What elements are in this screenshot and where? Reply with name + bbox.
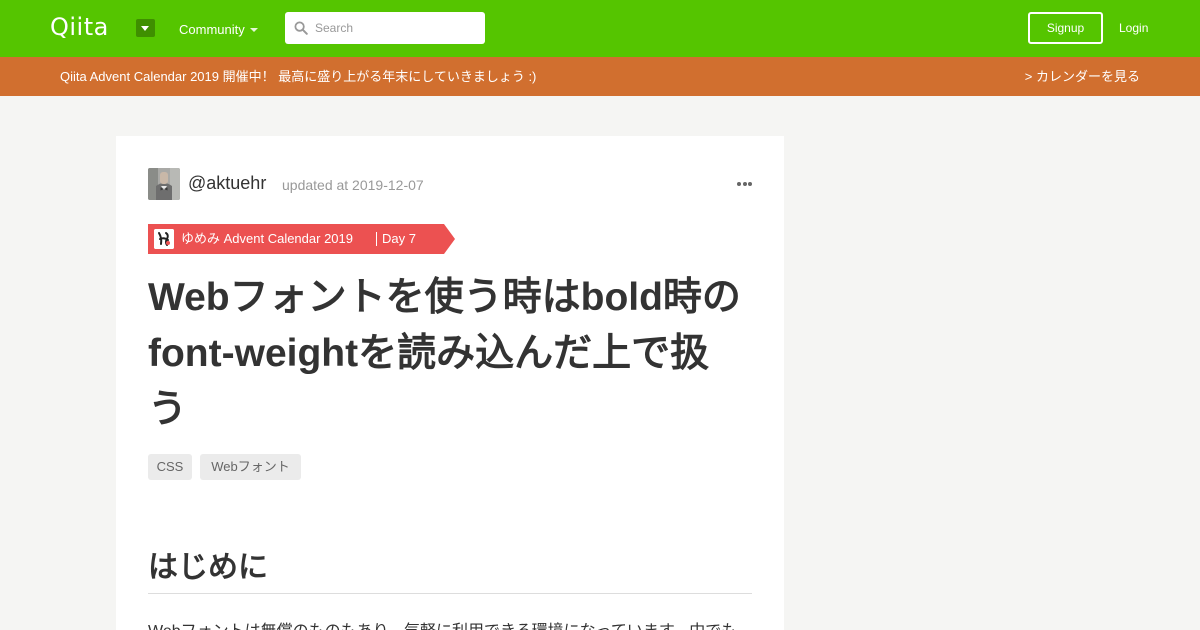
global-header: Qiita Community Signup Login bbox=[0, 0, 1200, 57]
section-heading: はじめに bbox=[148, 551, 268, 584]
ribbon-divider bbox=[376, 232, 377, 246]
advent-calendar-banner: Qiita Advent Calendar 2019 開催中！ 最高に盛り上がる… bbox=[0, 57, 1200, 96]
avatar[interactable] bbox=[148, 168, 180, 200]
yumemi-logo-icon bbox=[154, 229, 174, 249]
advent-calendar-ribbon[interactable]: ゆめみ Advent Calendar 2019 Day 7 bbox=[148, 224, 455, 254]
qiita-logo[interactable]: Qiita bbox=[50, 14, 109, 40]
view-calendar-link[interactable]: > カレンダーを見る bbox=[1025, 68, 1140, 86]
caret-down-icon[interactable] bbox=[250, 28, 258, 32]
tag-css[interactable]: CSS bbox=[148, 454, 192, 480]
signup-button[interactable]: Signup bbox=[1028, 12, 1103, 44]
calendar-title: ゆめみ Advent Calendar 2019 bbox=[181, 231, 353, 246]
author-name[interactable]: @aktuehr bbox=[188, 172, 266, 194]
login-link[interactable]: Login bbox=[1119, 19, 1148, 37]
community-menu[interactable]: Community bbox=[179, 21, 245, 39]
search-icon bbox=[294, 21, 308, 35]
more-options-icon[interactable] bbox=[737, 182, 752, 186]
updated-date: updated at 2019-12-07 bbox=[282, 177, 424, 193]
search-input[interactable] bbox=[315, 12, 481, 44]
article-title: Webフォントを使う時はbold時のfont-weightを読み込んだ上で扱う bbox=[148, 276, 741, 431]
article-card: @aktuehr updated at 2019-12-07 ゆめみ Adven… bbox=[116, 136, 784, 630]
tag-webfont[interactable]: Webフォント bbox=[200, 454, 301, 480]
section-divider bbox=[148, 593, 752, 594]
search-box[interactable] bbox=[285, 12, 485, 44]
banner-message[interactable]: Qiita Advent Calendar 2019 開催中！ 最高に盛り上がる… bbox=[60, 68, 536, 86]
chevron-down-icon[interactable] bbox=[136, 19, 155, 37]
calendar-day: Day 7 bbox=[382, 231, 416, 246]
article-body-text: Webフォントは無償のものもあり、気軽に利用できる環境になっています。中でも bbox=[148, 620, 752, 630]
